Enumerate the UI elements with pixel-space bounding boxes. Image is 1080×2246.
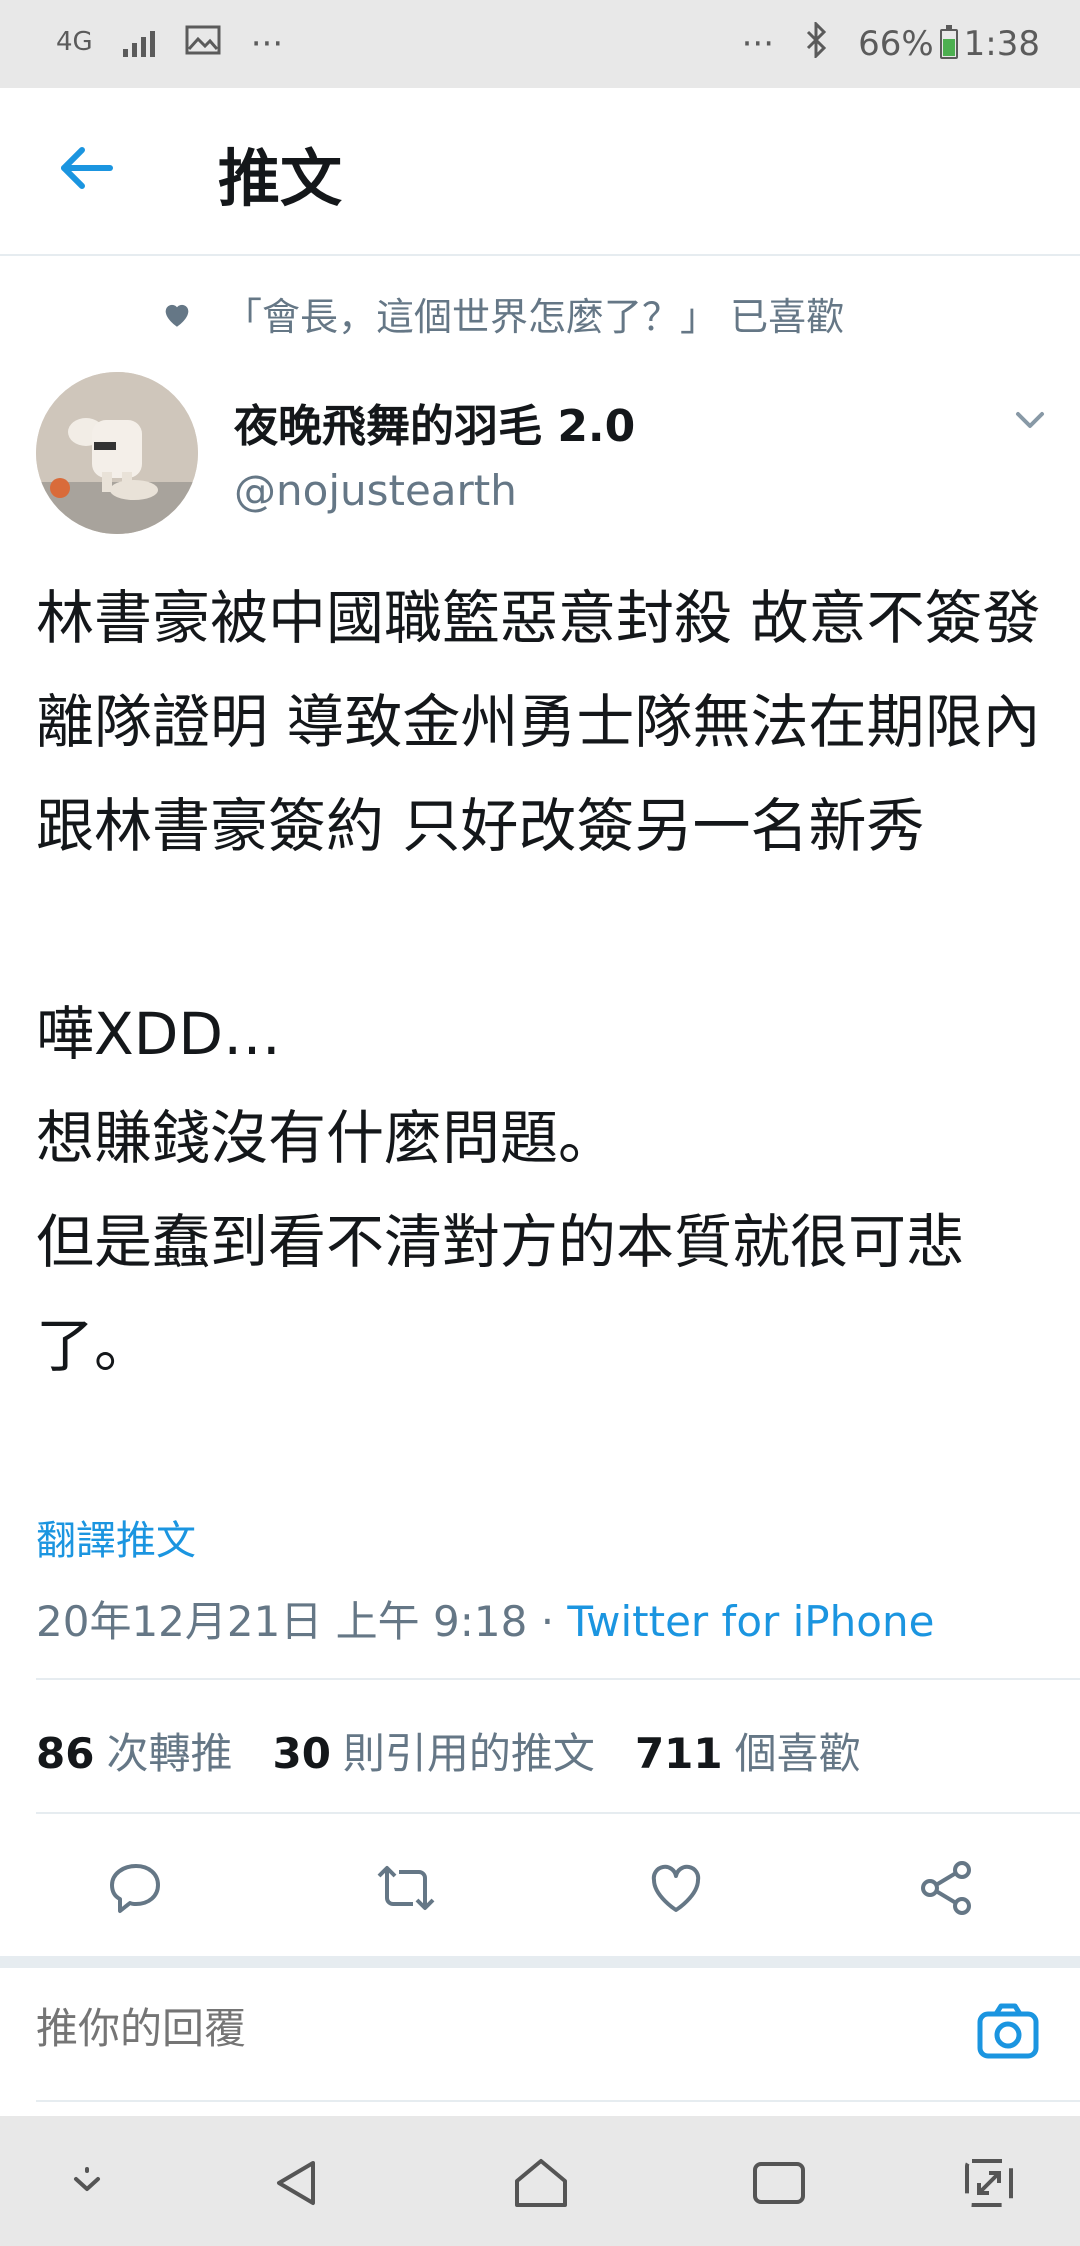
more-status-icon: ··· [741, 24, 775, 64]
avatar[interactable] [36, 372, 198, 534]
tweet-actions [0, 1848, 1080, 1928]
avatar-image [36, 372, 198, 534]
quote-count[interactable]: 30 則引用的推文 [272, 1720, 594, 1781]
hide-keyboard-button[interactable] [52, 2148, 122, 2218]
tweet-meta: 20年12月21日 上午 9:18 · Twitter for iPhone [36, 1588, 934, 1649]
expand-icon [965, 2159, 1013, 2207]
back-button[interactable] [56, 138, 116, 198]
battery-icon [939, 25, 958, 59]
heart-icon [165, 304, 189, 327]
reply-icon [110, 1864, 160, 1913]
social-context[interactable]: 「會長，這個世界怎麼了？」 已喜歡 [160, 286, 844, 341]
tweet-source-link[interactable]: Twitter for iPhone [567, 1597, 934, 1646]
status-right: ··· 66% 1:38 [741, 19, 1040, 67]
status-left: 4G ··· [56, 24, 283, 64]
rotate-button[interactable] [954, 2148, 1024, 2218]
chevron-down-icon [1016, 412, 1044, 428]
home-icon [515, 2159, 567, 2207]
author-handle[interactable]: @nojustearth [234, 466, 517, 515]
recents-icon [753, 2162, 805, 2204]
tweet-timestamp[interactable]: 20年12月21日 上午 9:18 [36, 1597, 527, 1646]
retweet-icon [377, 1866, 435, 1910]
reply-input[interactable] [36, 2004, 936, 2053]
tweet-text: 林書豪被中國職籃惡意封殺 故意不簽發離隊證明 導致金州勇士隊無法在期限內跟林書豪… [36, 584, 1041, 1380]
retweet-count[interactable]: 86 次轉推 [36, 1720, 232, 1781]
clock: 1:38 [963, 24, 1040, 64]
section-divider [0, 1956, 1080, 1968]
home-nav-button[interactable] [506, 2148, 576, 2218]
battery-fill [942, 38, 955, 56]
top-app-bar: 推文 [0, 88, 1080, 256]
camera-button[interactable] [974, 1998, 1042, 2066]
status-bar: 4G ··· ··· 66% 1:38 [0, 0, 1080, 88]
tweet-options-button[interactable] [1010, 400, 1050, 440]
bluetooth-icon [804, 19, 828, 67]
like-count[interactable]: 711 個喜歡 [635, 1720, 861, 1781]
page-title: 推文 [218, 142, 343, 215]
more-notifications-icon: ··· [250, 24, 284, 64]
battery-percent: 66% [858, 24, 934, 64]
social-context-text: 「會長，這個世界怎麼了？」 已喜歡 [224, 295, 845, 339]
signal-icon [122, 31, 155, 57]
share-button[interactable] [906, 1848, 986, 1928]
camera-icon [977, 2003, 1039, 2059]
network-indicator: 4G [56, 27, 93, 57]
share-icon [921, 1861, 971, 1915]
heart-outline-icon [651, 1864, 701, 1912]
retweet-button[interactable] [366, 1848, 446, 1928]
chevron-down-icon [74, 2167, 100, 2191]
meta-separator: · [527, 1597, 568, 1646]
arrow-left-icon [61, 147, 113, 189]
tweet-stats: 86 次轉推 30 則引用的推文 711 個喜歡 [36, 1720, 861, 1781]
recents-nav-button[interactable] [744, 2148, 814, 2218]
reply-button[interactable] [96, 1848, 176, 1928]
reply-composer [0, 1968, 1080, 2100]
back-nav-button[interactable] [264, 2148, 334, 2218]
divider [36, 2100, 1080, 2102]
author-name[interactable]: 夜晚飛舞的羽毛 2.0 [234, 390, 635, 454]
image-notification-icon [185, 24, 221, 64]
translate-tweet-link[interactable]: 翻譯推文 [36, 1508, 196, 1566]
triangle-back-icon [277, 2161, 315, 2205]
like-button[interactable] [636, 1848, 716, 1928]
divider [36, 1812, 1080, 1814]
system-navigation-bar [0, 2116, 1080, 2246]
divider [36, 1678, 1080, 1680]
